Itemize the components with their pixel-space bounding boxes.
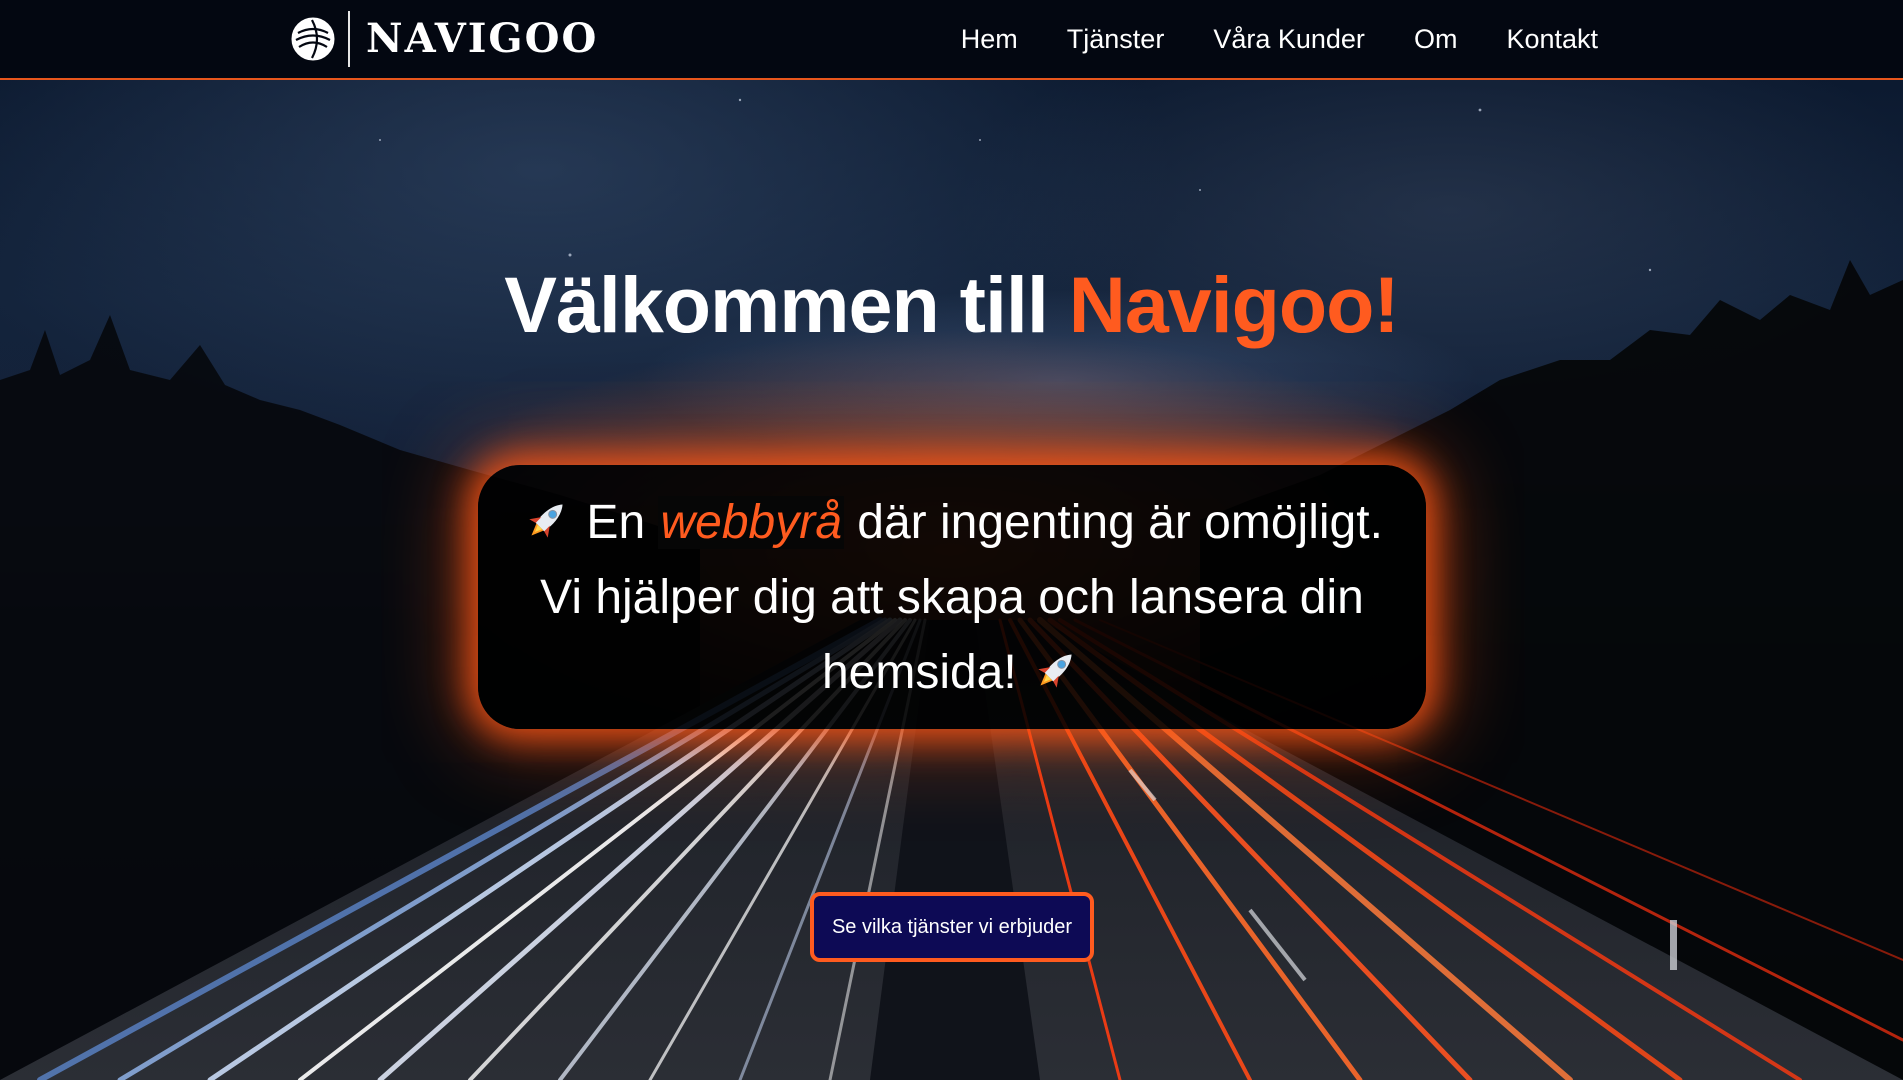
tagline-part1: En bbox=[586, 495, 646, 549]
globe-icon bbox=[291, 17, 335, 61]
rocket-icon bbox=[1038, 653, 1072, 688]
tagline-line-3-text: hemsida! bbox=[821, 645, 1017, 699]
tagline-highlight: webbyrå bbox=[658, 495, 844, 549]
logo-divider bbox=[348, 11, 350, 67]
tagline-line-2: Vi hjälper dig att skapa och lansera din bbox=[540, 570, 1364, 624]
tagline-part2: där ingenting är omöjligt. bbox=[857, 495, 1383, 549]
nav-item-tjanster[interactable]: Tjänster bbox=[1067, 24, 1165, 55]
site-header: NAVIGOO Hem Tjänster Våra Kunder Om Kont… bbox=[0, 0, 1903, 80]
logo[interactable]: NAVIGOO bbox=[290, 11, 598, 67]
nav-item-kontakt[interactable]: Kontakt bbox=[1506, 24, 1598, 55]
tagline-line-1: En webbyrå där ingenting är omöjligt. bbox=[521, 485, 1383, 560]
hero-headline: Välkommen till Navigoo! bbox=[0, 260, 1903, 349]
tagline-line-3: hemsida! bbox=[822, 635, 1082, 710]
tagline-card: En webbyrå där ingenting är omöjligt. Vi… bbox=[478, 465, 1426, 729]
nav-item-vara-kunder[interactable]: Våra Kunder bbox=[1213, 24, 1365, 55]
logo-text: NAVIGOO bbox=[366, 15, 599, 62]
services-cta-button[interactable]: Se vilka tjänster vi erbjuder bbox=[810, 892, 1094, 962]
headline-accent: Navigoo! bbox=[1068, 260, 1400, 349]
headline-prefix: Välkommen till bbox=[504, 260, 1049, 349]
rocket-icon bbox=[529, 503, 563, 538]
main-nav: Hem Tjänster Våra Kunder Om Kontakt bbox=[961, 0, 1598, 78]
nav-item-om[interactable]: Om bbox=[1414, 24, 1458, 55]
nav-item-hem[interactable]: Hem bbox=[961, 24, 1018, 55]
hero-section: Välkommen till Navigoo! En webbyrå där i… bbox=[0, 80, 1903, 1080]
